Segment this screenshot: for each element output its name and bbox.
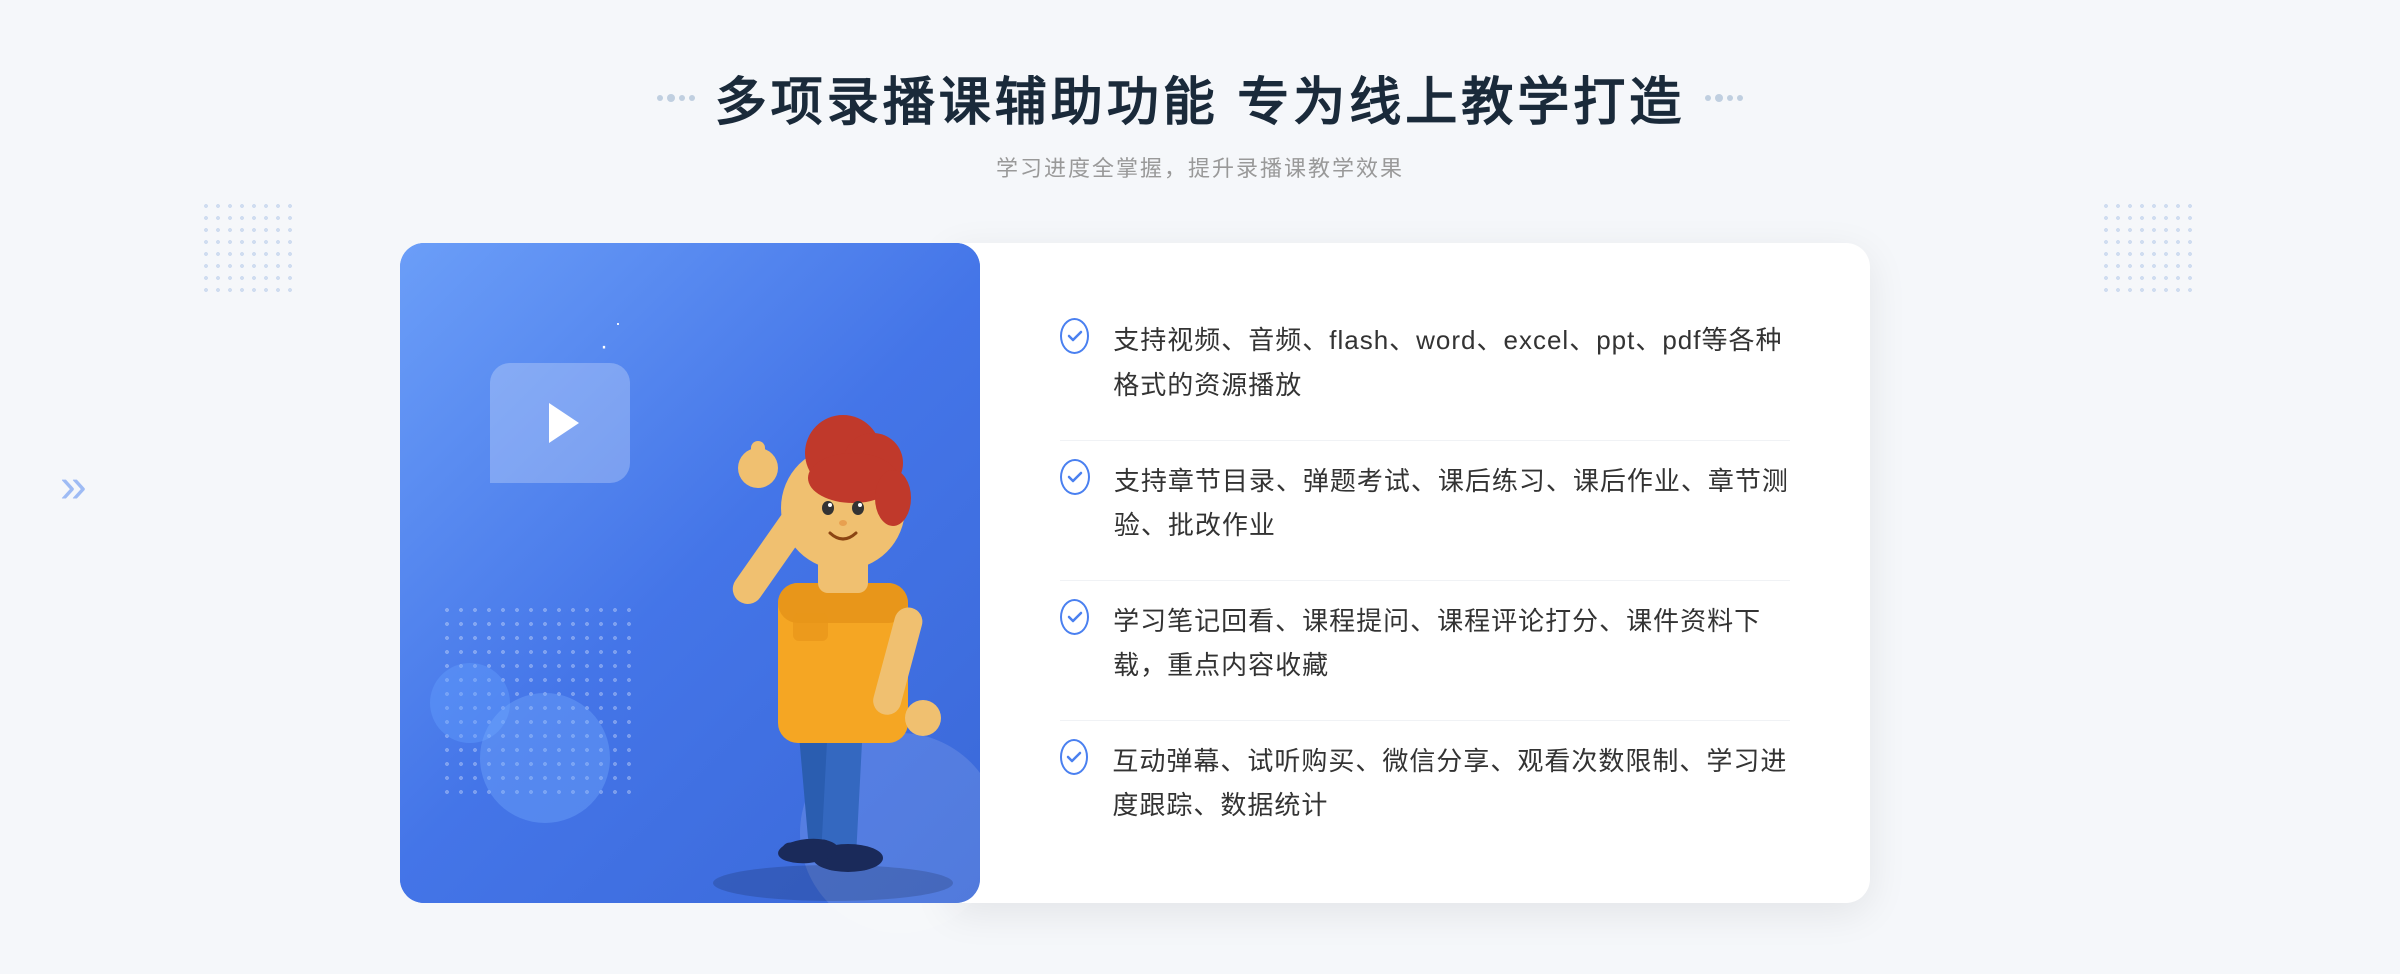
decorator-left xyxy=(657,94,695,102)
content-area: 支持视频、音频、flash、word、excel、ppt、pdf等各种格式的资源… xyxy=(400,243,2000,903)
feature-text-3: 学习笔记回看、课程提问、课程评论打分、课件资料下载，重点内容收藏 xyxy=(1113,599,1790,687)
feature-item-2: 支持章节目录、弹题考试、课后练习、课后作业、章节测验、批改作业 xyxy=(1060,440,1790,565)
main-title: 多项录播课辅助功能 专为线上教学打造 xyxy=(715,60,1685,135)
check-icon-2 xyxy=(1060,459,1090,495)
left-page-arrow: » xyxy=(60,463,87,511)
feature-text-2: 支持章节目录、弹题考试、课后练习、课后作业、章节测验、批改作业 xyxy=(1114,459,1790,547)
circle-decoration-2 xyxy=(480,693,610,823)
play-bubble xyxy=(490,363,630,483)
feature-item-1: 支持视频、音频、flash、word、excel、ppt、pdf等各种格式的资源… xyxy=(1060,300,1790,424)
header-decorators: 多项录播课辅助功能 专为线上教学打造 xyxy=(657,60,1743,135)
feature-text-1: 支持视频、音频、flash、word、excel、ppt、pdf等各种格式的资源… xyxy=(1113,318,1790,406)
bg-dots-right xyxy=(2100,200,2200,300)
features-card: 支持视频、音频、flash、word、excel、ppt、pdf等各种格式的资源… xyxy=(950,243,1870,903)
page-wrapper: » 多项录播课辅助功能 专为线上教学打造 学习进度全掌握，提升录播课教学效果 xyxy=(0,0,2400,974)
decorator-right xyxy=(1705,94,1743,102)
check-icon-1 xyxy=(1060,318,1089,354)
person-illustration xyxy=(633,323,1013,903)
feature-text-4: 互动弹幕、试听购买、微信分享、观看次数限制、学习进度跟踪、数据统计 xyxy=(1112,739,1790,827)
illustration-card xyxy=(400,243,980,903)
bg-dots-left xyxy=(200,200,300,300)
header-section: 多项录播课辅助功能 专为线上教学打造 学习进度全掌握，提升录播课教学效果 xyxy=(657,60,1743,183)
play-icon xyxy=(549,403,579,443)
feature-item-4: 互动弹幕、试听购买、微信分享、观看次数限制、学习进度跟踪、数据统计 xyxy=(1060,720,1790,845)
sub-title: 学习进度全掌握，提升录播课教学效果 xyxy=(657,151,1743,183)
feature-item-3: 学习笔记回看、课程提问、课程评论打分、课件资料下载，重点内容收藏 xyxy=(1060,580,1790,705)
check-icon-3 xyxy=(1060,599,1089,635)
check-icon-4 xyxy=(1060,739,1088,775)
